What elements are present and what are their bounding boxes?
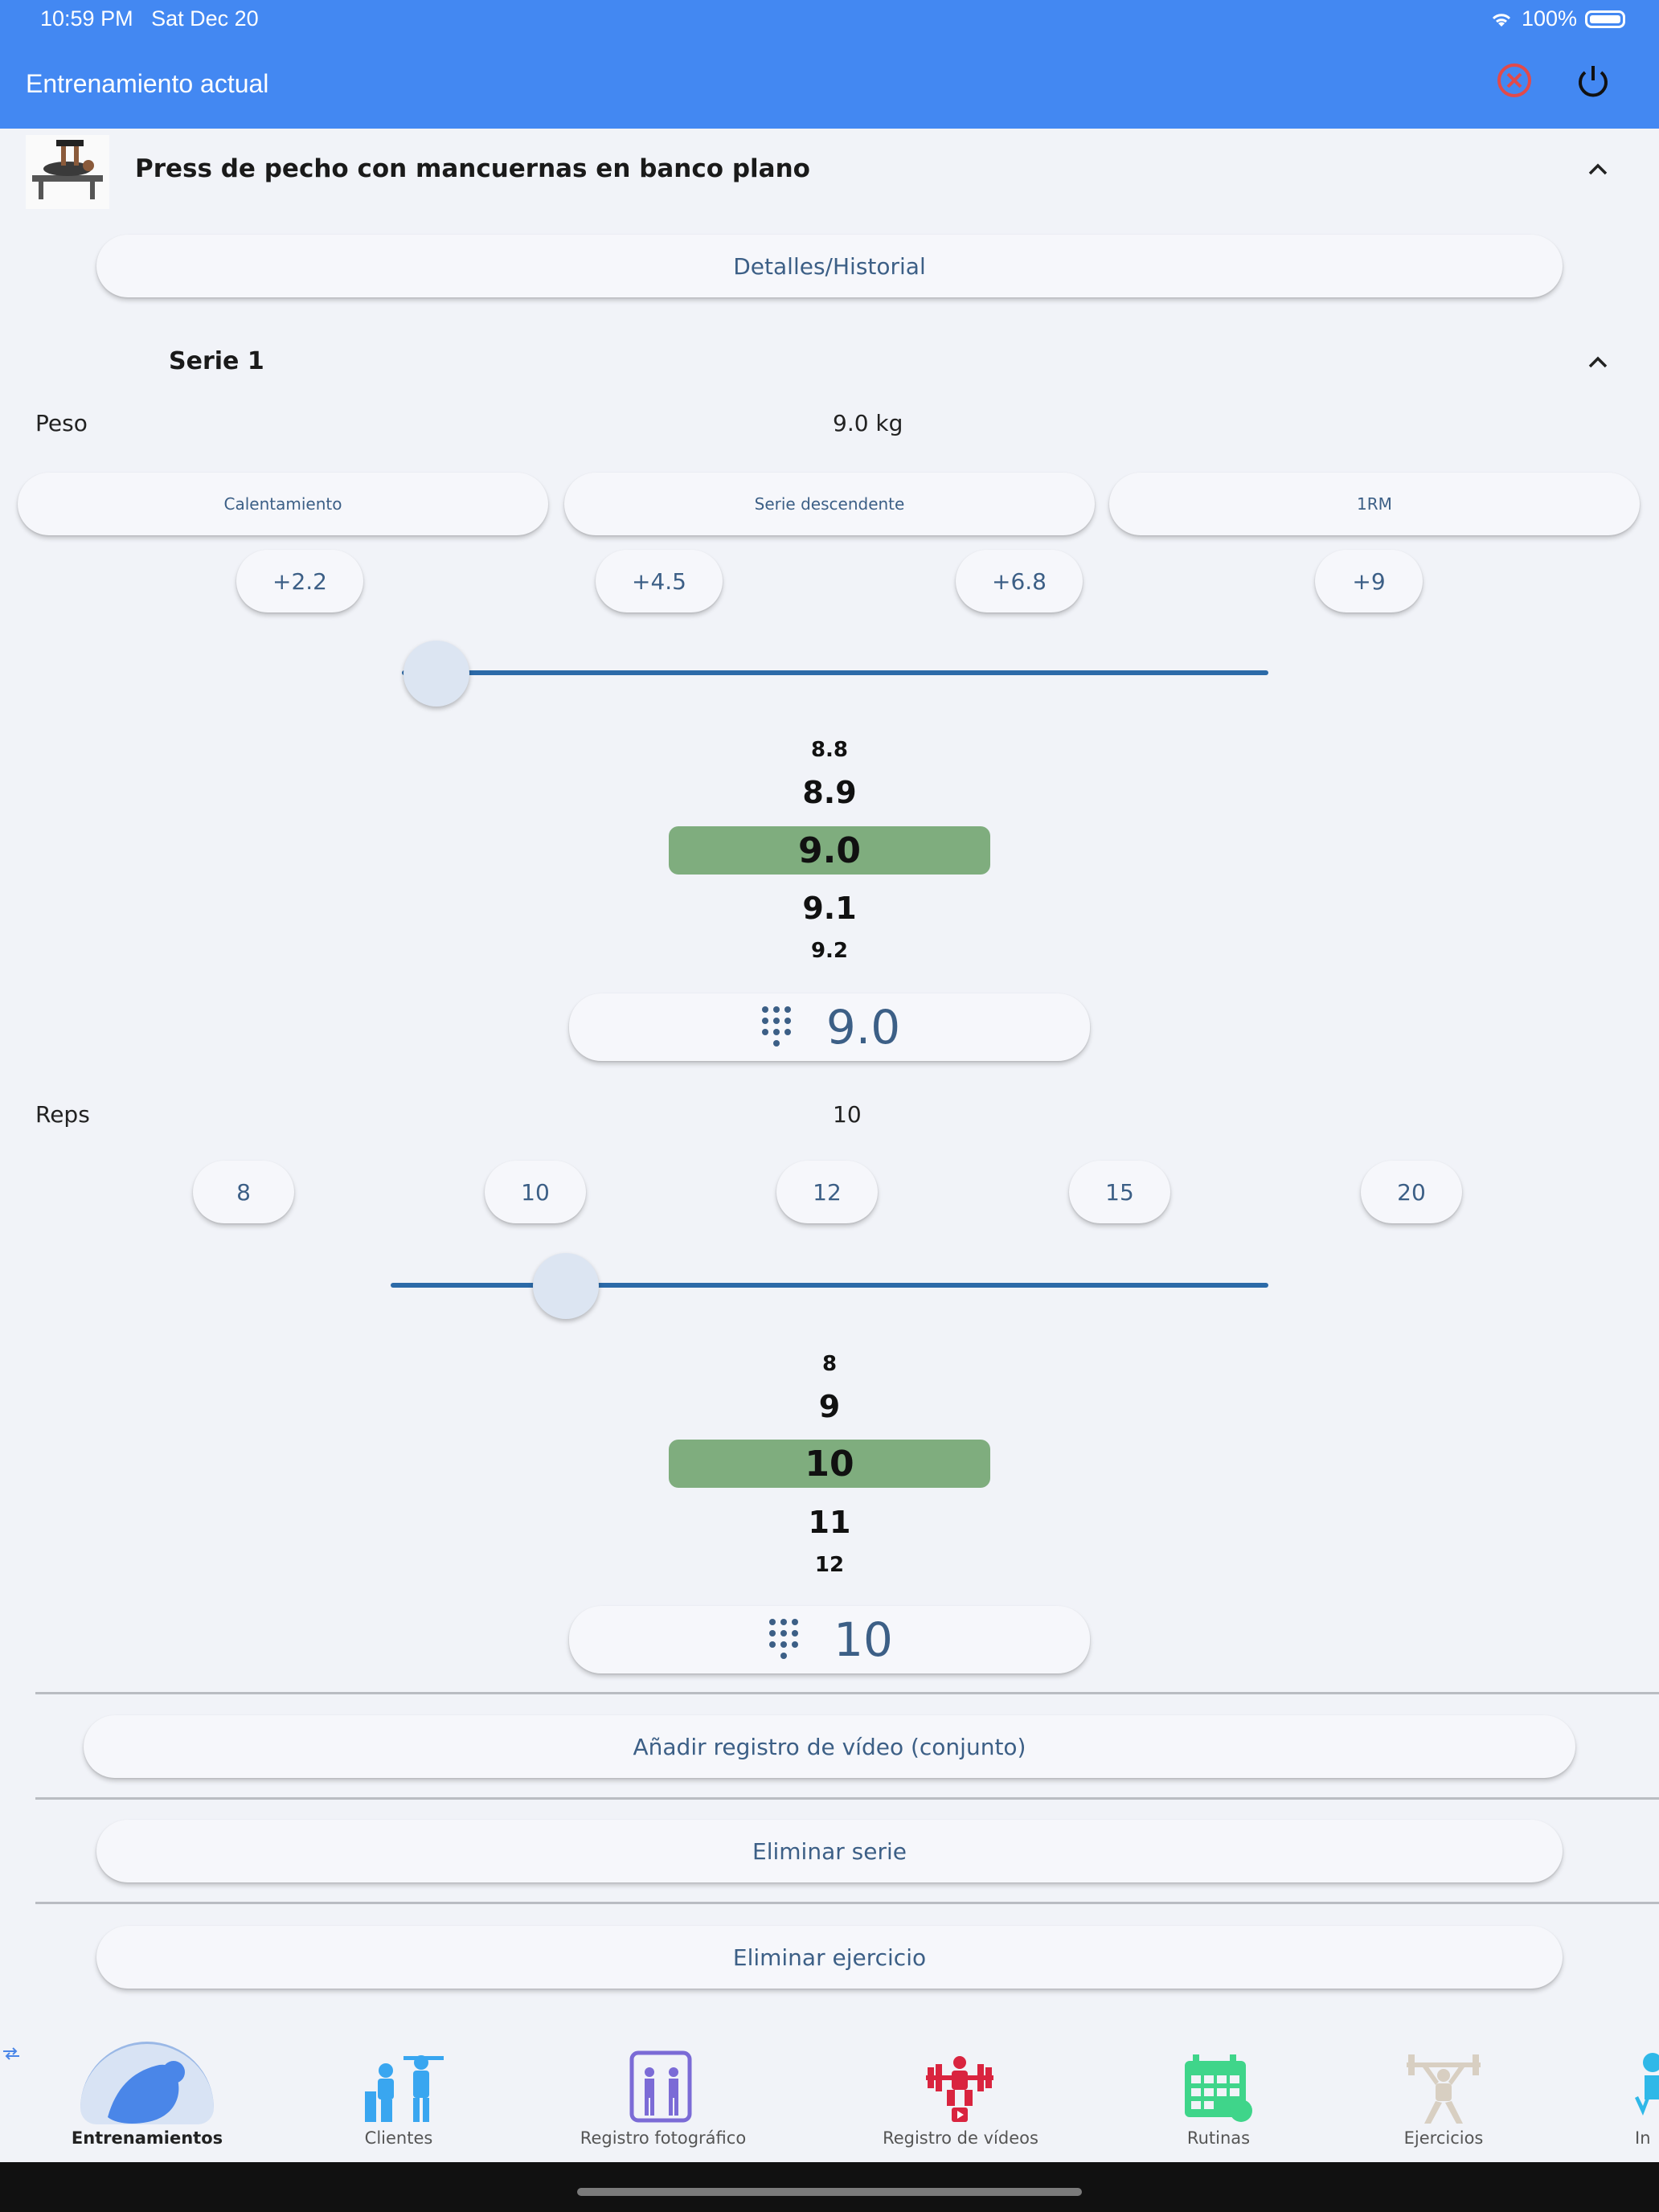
reps-slider-thumb[interactable] <box>533 1253 600 1319</box>
reps-quick-button[interactable]: 15 <box>1069 1161 1170 1223</box>
nav-label-truncated[interactable]: In <box>1635 2128 1659 2148</box>
home-indicator[interactable] <box>577 2188 1082 2196</box>
weight-slider-track[interactable] <box>402 670 1268 675</box>
collapse-exercise-icon[interactable] <box>1587 161 1609 177</box>
status-date: Sat Dec 20 <box>151 6 259 31</box>
reps-quick-button[interactable]: 10 <box>485 1161 586 1223</box>
keypad-icon <box>769 1619 799 1659</box>
reps-quick-button[interactable]: 8 <box>193 1161 294 1223</box>
weight-picker-item[interactable]: 9.2 <box>669 939 990 963</box>
reps-picker-selected[interactable]: 10 <box>669 1440 990 1488</box>
nav-label-entrenamientos[interactable]: Entrenamientos <box>40 2128 254 2148</box>
reps-picker-item[interactable]: 11 <box>669 1505 990 1540</box>
trainer-clients-icon[interactable] <box>357 2051 445 2124</box>
barbell-lifter-icon[interactable] <box>1403 2051 1484 2127</box>
status-right: 100% <box>1489 6 1625 31</box>
reps-keypad-value: 10 <box>834 1612 893 1667</box>
status-time-text: 10:59 PM <box>40 6 133 31</box>
nav-label-rutinas[interactable]: Rutinas <box>1122 2128 1315 2148</box>
app-bar: 10:59 PM Sat Dec 20 100% Entrenamiento a… <box>0 0 1659 129</box>
photo-log-icon[interactable] <box>625 2048 698 2125</box>
power-icon[interactable] <box>1575 63 1611 100</box>
add-video-record-button[interactable]: Añadir registro de vídeo (conjunto) <box>84 1715 1575 1778</box>
weight-increment-button[interactable]: +6.8 <box>956 550 1083 612</box>
home-bar-area <box>0 2162 1659 2212</box>
reps-label: Reps <box>35 1101 90 1128</box>
weight-increment-button[interactable]: +9 <box>1315 550 1423 612</box>
nav-label-clientes[interactable]: Clientes <box>294 2128 503 2148</box>
keypad-icon <box>761 1006 791 1047</box>
exercise-name: Press de pecho con mancuernas en banco p… <box>135 154 810 183</box>
reps-picker-item[interactable]: 9 <box>669 1389 990 1424</box>
reps-quick-button[interactable]: 20 <box>1361 1161 1462 1223</box>
delete-exercise-button[interactable]: Eliminar ejercicio <box>96 1926 1563 1989</box>
weight-increment-button[interactable]: +4.5 <box>596 550 723 612</box>
dropset-mode-button[interactable]: Serie descendente <box>564 473 1095 535</box>
cancel-workout-icon[interactable] <box>1497 63 1532 98</box>
weightlifter-video-icon[interactable] <box>923 2051 997 2125</box>
battery-percent: 100% <box>1521 6 1577 31</box>
status-time: 10:59 PM Sat Dec 20 <box>40 6 259 31</box>
weight-value: 9.0 kg <box>833 410 903 436</box>
collapse-set-icon[interactable] <box>1587 354 1609 370</box>
reps-picker-item[interactable]: 8 <box>669 1352 990 1376</box>
warmup-mode-button[interactable]: Calentamiento <box>18 473 548 535</box>
reps-quick-button[interactable]: 12 <box>776 1161 878 1223</box>
page-title: Entrenamiento actual <box>26 69 269 98</box>
divider <box>35 1902 1659 1904</box>
delete-set-button[interactable]: Eliminar serie <box>96 1820 1563 1882</box>
reps-slider-track[interactable] <box>391 1283 1268 1288</box>
wifi-icon <box>1492 13 1511 27</box>
reps-picker-item[interactable]: 12 <box>669 1553 990 1577</box>
weight-picker-item[interactable]: 8.9 <box>669 775 990 810</box>
nav-label-ejercicios[interactable]: Ejercicios <box>1347 2128 1540 2148</box>
weight-picker-selected[interactable]: 9.0 <box>669 826 990 875</box>
divider <box>35 1692 1659 1694</box>
calendar-routine-icon[interactable] <box>1182 2053 1256 2125</box>
one-rm-mode-button[interactable]: 1RM <box>1109 473 1640 535</box>
battery-icon <box>1585 10 1625 28</box>
swap-arrows-icon[interactable] <box>2 2046 21 2061</box>
reps-keypad-button[interactable]: 10 <box>569 1606 1090 1673</box>
details-history-button[interactable]: Detalles/Historial <box>96 235 1563 297</box>
nav-label-registro-fotografico[interactable]: Registro fotográfico <box>555 2128 772 2148</box>
weight-increment-button[interactable]: +2.2 <box>236 550 363 612</box>
weight-keypad-button[interactable]: 9.0 <box>569 993 1090 1061</box>
info-person-icon[interactable] <box>1632 2050 1659 2127</box>
weight-keypad-value: 9.0 <box>825 1000 901 1055</box>
muscle-arm-icon[interactable] <box>100 2048 196 2128</box>
reps-value: 10 <box>833 1101 862 1128</box>
divider <box>35 1797 1659 1800</box>
weight-picker-item[interactable]: 8.8 <box>669 738 990 762</box>
weight-slider-thumb[interactable] <box>403 641 470 707</box>
set-title: Serie 1 <box>169 347 264 375</box>
weight-label: Peso <box>35 410 88 436</box>
nav-label-registro-videos[interactable]: Registro de vídeos <box>860 2128 1061 2148</box>
weight-picker-item[interactable]: 9.1 <box>669 891 990 926</box>
exercise-thumbnail <box>26 135 109 209</box>
